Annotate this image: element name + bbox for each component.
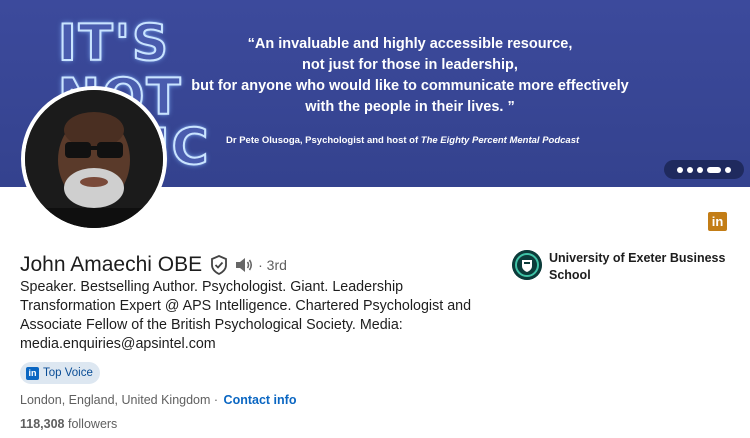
location-row: London, England, United Kingdom · Contac… <box>20 393 296 407</box>
avatar[interactable] <box>21 86 167 232</box>
followers-count: 118,308 followers <box>20 417 117 431</box>
quote-line: not just for those in leadership, <box>302 57 518 73</box>
quote-line: “An invaluable and highly accessible res… <box>247 36 573 52</box>
avatar-portrait <box>25 90 163 228</box>
location-text: London, England, United Kingdom · <box>20 393 219 407</box>
speaker-icon[interactable] <box>234 256 254 274</box>
profile-headline: Speaker. Bestselling Author. Psychologis… <box>20 279 472 352</box>
university-crest-icon <box>512 250 542 280</box>
badge-label: Top Voice <box>43 367 93 379</box>
quote-line: with the people in their lives. ” <box>305 99 515 115</box>
linkedin-badge-icon: in <box>26 366 39 380</box>
quote-line: but for anyone who would like to communi… <box>191 78 629 94</box>
followers-label: followers <box>67 417 118 431</box>
bulb-line-1: IT'S <box>57 13 171 73</box>
organization-link[interactable]: University of Exeter Business School <box>512 250 729 284</box>
banner-quote: “An invaluable and highly accessible res… <box>180 34 640 118</box>
connection-degree: · 3rd <box>258 257 287 273</box>
quote-attribution: Dr Pete Olusoga, Psychologist and host o… <box>226 135 646 146</box>
more-dots-icon[interactable] <box>664 160 744 179</box>
profile-name: John Amaechi OBE <box>20 253 203 276</box>
linkedin-icon[interactable]: in <box>708 212 727 231</box>
followers-number: 118,308 <box>20 417 65 431</box>
podcast-title: The Eighty Percent Mental Podcast <box>420 135 580 146</box>
name-row: John Amaechi OBE · 3rd <box>20 253 287 277</box>
top-voice-badge[interactable]: in Top Voice <box>20 362 100 384</box>
contact-info-link[interactable]: Contact info <box>224 393 297 407</box>
verified-shield-icon[interactable] <box>210 255 228 275</box>
organization-name: University of Exeter Business School <box>549 251 726 282</box>
attribution-text: Dr Pete Olusoga, Psychologist and host o… <box>226 135 421 146</box>
